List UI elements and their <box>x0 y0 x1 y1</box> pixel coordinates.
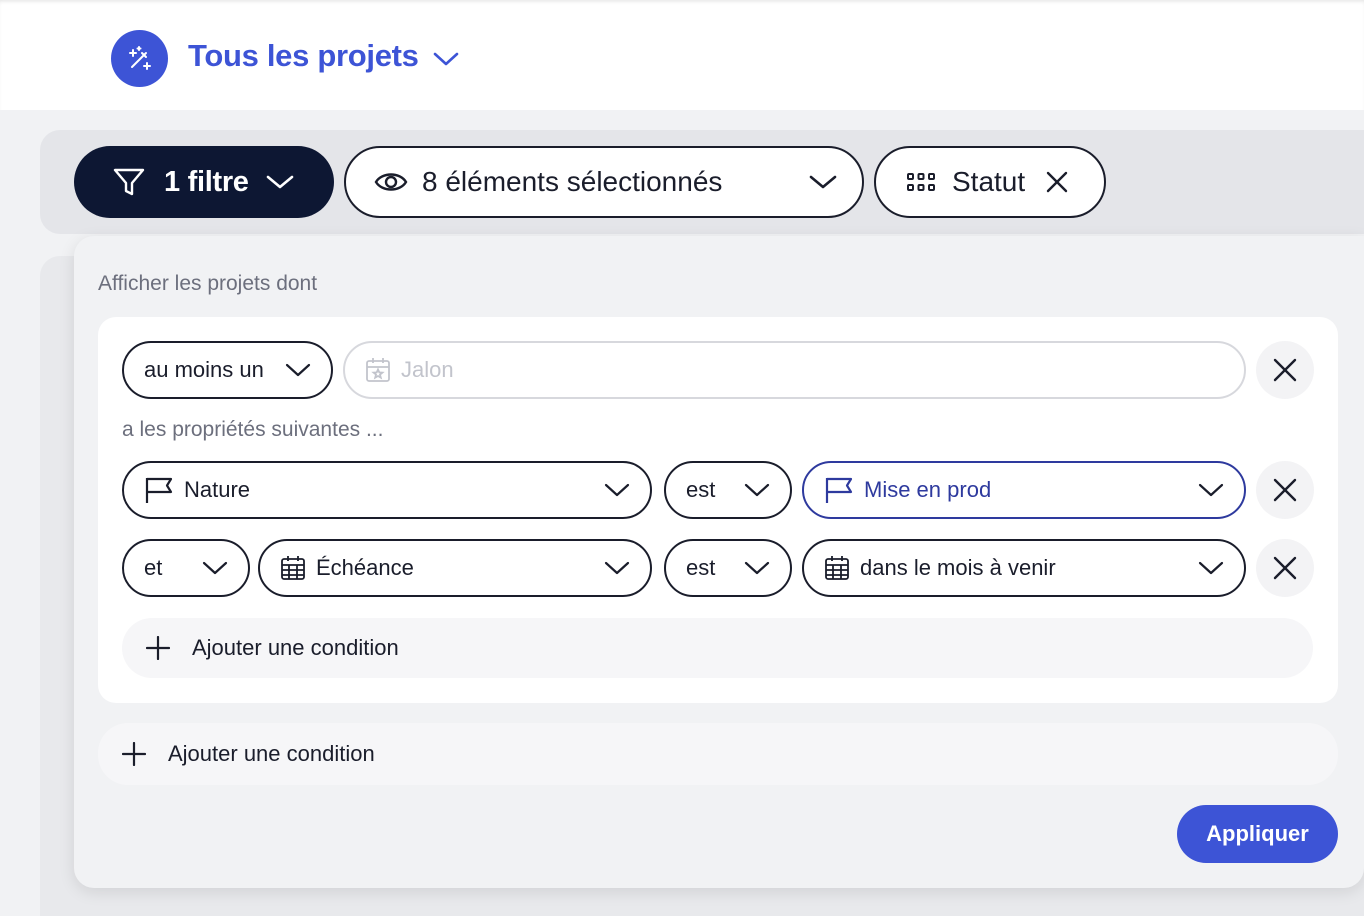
close-icon <box>1272 477 1298 503</box>
calendar-star-icon <box>365 357 391 383</box>
grid-dots-icon <box>906 171 936 193</box>
condition-operator-value: est <box>686 477 716 502</box>
condition-property-value: Nature <box>184 477 251 502</box>
group-by-label: Statut <box>952 166 1026 197</box>
chevron-down-icon <box>285 362 311 378</box>
visible-elements-label: 8 éléments sélectionnés <box>422 166 723 197</box>
chevron-down-icon <box>808 172 838 192</box>
condition-value-label: dans le mois à venir <box>860 555 1056 580</box>
chevron-down-icon <box>744 560 770 576</box>
condition-property-select[interactable]: Échéance <box>258 539 652 597</box>
chevron-down-icon <box>604 482 630 498</box>
plus-icon <box>122 742 146 766</box>
condition-connector-value: et <box>144 555 163 580</box>
flag-icon <box>824 476 854 504</box>
magic-wand-icon[interactable] <box>111 30 168 87</box>
group-by-chip[interactable]: Statut <box>874 146 1106 218</box>
chevron-down-icon <box>202 560 228 576</box>
visible-elements-dropdown[interactable]: 8 éléments sélectionnés <box>344 146 864 218</box>
chevron-down-icon <box>1198 560 1224 576</box>
page-title[interactable]: Tous les projets <box>188 38 419 74</box>
condition-connector-select[interactable]: et <box>122 539 250 597</box>
filter-button[interactable]: 1 filtre <box>74 146 334 218</box>
condition-property-select[interactable]: Nature <box>122 461 652 519</box>
remove-condition-button[interactable] <box>1256 461 1314 519</box>
eye-icon <box>374 169 408 195</box>
condition-value-label: Mise en prod <box>864 477 992 502</box>
remove-condition-button[interactable] <box>1256 539 1314 597</box>
condition-operator-value: est <box>686 555 716 580</box>
quantifier-select[interactable]: au moins un <box>122 341 333 399</box>
entity-placeholder: Jalon <box>401 357 454 382</box>
calendar-icon <box>280 555 306 581</box>
chevron-down-icon <box>265 172 295 192</box>
apply-button[interactable]: Appliquer <box>1177 805 1338 863</box>
remove-group-button[interactable] <box>1256 341 1314 399</box>
condition-property-value: Échéance <box>316 555 414 580</box>
condition-operator-select[interactable]: est <box>664 539 792 597</box>
add-condition-label: Ajouter une condition <box>168 741 375 766</box>
entity-select[interactable]: Jalon <box>343 341 1246 399</box>
chevron-down-icon <box>604 560 630 576</box>
calendar-icon <box>824 555 850 581</box>
funnel-icon <box>112 166 146 198</box>
chevron-down-icon[interactable] <box>432 47 460 76</box>
add-condition-button[interactable]: Ajouter une condition <box>98 723 1338 785</box>
condition-value-select[interactable]: dans le mois à venir <box>802 539 1246 597</box>
quantifier-value: au moins un <box>144 357 264 382</box>
flag-icon <box>144 476 174 504</box>
condition-operator-select[interactable]: est <box>664 461 792 519</box>
close-icon <box>1272 555 1298 581</box>
filter-button-label: 1 filtre <box>164 165 249 198</box>
add-group-condition-label: Ajouter une condition <box>192 635 399 660</box>
chevron-down-icon <box>1198 482 1224 498</box>
add-group-condition-button[interactable]: Ajouter une condition <box>122 618 1313 678</box>
close-icon <box>1272 357 1298 383</box>
group-subheading: a les propriétés suivantes ... <box>122 418 384 441</box>
condition-value-select[interactable]: Mise en prod <box>802 461 1246 519</box>
filter-panel-heading: Afficher les projets dont <box>98 272 318 295</box>
close-icon[interactable] <box>1045 170 1069 194</box>
plus-icon <box>146 636 170 660</box>
chevron-down-icon <box>744 482 770 498</box>
